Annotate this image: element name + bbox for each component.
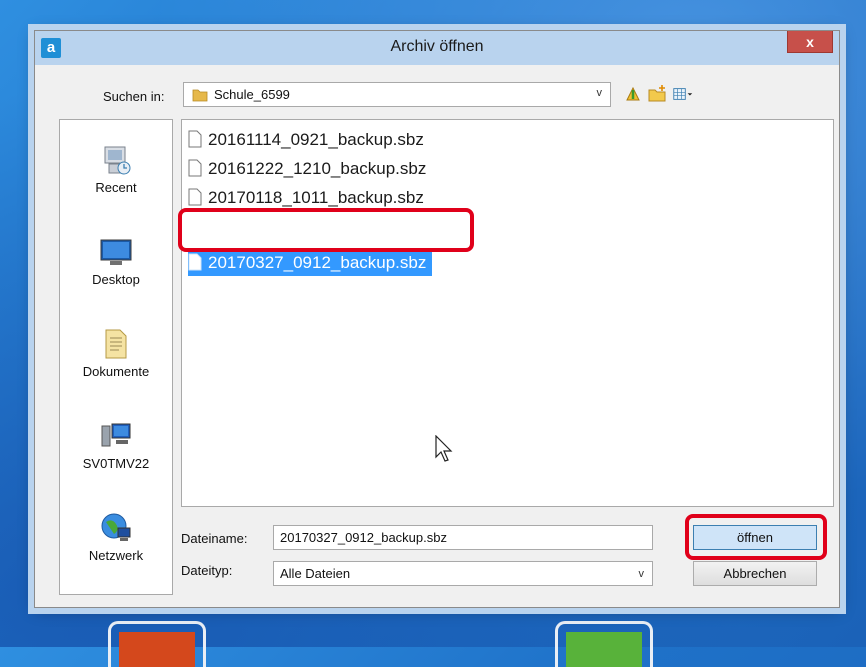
up-folder-icon[interactable]: [623, 84, 643, 104]
look-in-label: Suchen in:: [103, 89, 165, 104]
recent-icon: [104, 146, 131, 175]
desktop-tile-right[interactable]: [555, 621, 653, 667]
place-label-documents: Dokumente: [82, 364, 150, 379]
dialog-title: Archiv öffnen: [390, 38, 484, 55]
filetype-label: Dateityp:: [181, 563, 233, 578]
place-label-desktop: Desktop: [92, 272, 140, 287]
folder-icon: [192, 89, 208, 102]
list-item[interactable]: 20161222_1210_backup.sbz: [188, 155, 432, 182]
file-name: 20161222_1210_backup.sbz: [208, 159, 427, 178]
computer-icon: [101, 423, 131, 447]
place-documents[interactable]: Dokumente: [60, 326, 172, 379]
close-button[interactable]: x: [787, 31, 833, 53]
file-icon: [188, 188, 202, 206]
place-desktop[interactable]: Desktop: [60, 234, 172, 287]
open-archive-dialog: a Archiv öffnen x Suchen in: Schule_6599…: [34, 30, 840, 608]
filename-label: Dateiname:: [181, 531, 248, 546]
file-icon: [188, 159, 202, 177]
filetype-dropdown[interactable]: Alle Dateien v: [273, 561, 653, 586]
place-network[interactable]: Netzwerk: [60, 510, 172, 563]
look-in-dropdown[interactable]: Schule_6599 v: [183, 82, 611, 107]
chevron-down-icon: v: [638, 568, 645, 580]
new-folder-icon[interactable]: [647, 84, 667, 104]
cancel-button[interactable]: Abbrechen: [693, 561, 817, 586]
view-menu-icon[interactable]: [673, 84, 693, 104]
file-list[interactable]: 20161114_0921_backup.sbz 20161222_1210_b…: [178, 119, 834, 507]
place-computer[interactable]: SV0TMV22: [60, 418, 172, 471]
chevron-down-icon: v: [596, 87, 603, 99]
file-icon: [188, 253, 202, 271]
selected-file-highlight: [178, 208, 474, 252]
filename-input[interactable]: 20170327_0912_backup.sbz: [273, 525, 653, 550]
desktop-tile-left[interactable]: [108, 621, 206, 667]
list-item-selected[interactable]: 20170327_0912_backup.sbz: [188, 249, 433, 276]
places-bar: Recent Desktop Dokumente SV0TMV22 Netzwe…: [59, 119, 173, 595]
file-icon: [188, 130, 202, 148]
mouse-pointer-icon: [435, 435, 453, 462]
title-bar[interactable]: a Archiv öffnen x: [35, 31, 839, 65]
network-icon: [101, 513, 131, 541]
documents-icon: [105, 329, 127, 359]
list-item[interactable]: 20170118_1011_backup.sbz: [188, 184, 430, 211]
open-button-highlight: [685, 514, 827, 560]
place-recent[interactable]: Recent: [60, 142, 172, 195]
place-label-computer: SV0TMV22: [82, 456, 150, 471]
file-name: 20170327_0912_backup.sbz: [208, 253, 427, 272]
filetype-value: Alle Dateien: [280, 566, 351, 581]
file-name: 20161114_0921_backup.sbz: [208, 130, 424, 149]
file-name: 20170118_1011_backup.sbz: [208, 188, 424, 207]
place-label-recent: Recent: [95, 180, 137, 195]
desktop-icon: [100, 239, 132, 265]
list-item[interactable]: 20161114_0921_backup.sbz: [188, 126, 430, 153]
place-label-network: Netzwerk: [88, 548, 144, 563]
look-in-value: Schule_6599: [214, 87, 290, 102]
